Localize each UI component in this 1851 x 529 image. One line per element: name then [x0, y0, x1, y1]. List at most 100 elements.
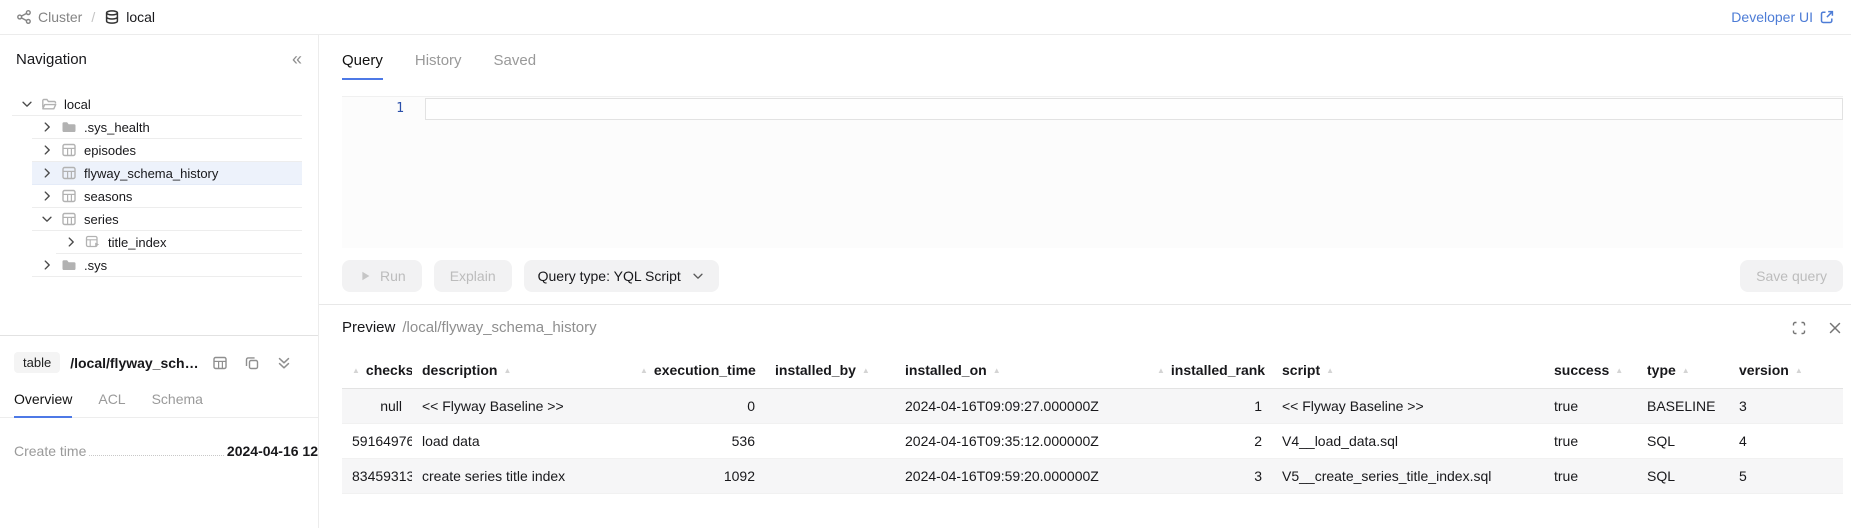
explain-button[interactable]: Explain — [434, 260, 512, 292]
object-path: /local/flyway_sch… — [70, 355, 198, 371]
object-info-header: table /local/flyway_sch… — [0, 336, 318, 373]
main-panel: Query History Saved 1 Run Explain Query … — [319, 35, 1851, 528]
tree-item-label: title_index — [108, 235, 167, 250]
table-row[interactable]: null << Flyway Baseline >> 0 2024-04-16T… — [342, 389, 1843, 424]
chevron-right-icon[interactable] — [40, 120, 54, 134]
cell-type: BASELINE — [1637, 389, 1729, 424]
breadcrumb: Cluster / local — [16, 9, 155, 25]
tab-acl[interactable]: ACL — [98, 391, 125, 417]
fullscreen-icon[interactable] — [1791, 320, 1807, 336]
cell-description: load data — [412, 424, 630, 459]
explain-label: Explain — [450, 268, 496, 284]
tree-item-title-index[interactable]: title_index — [56, 231, 302, 254]
table-row[interactable]: 591649768 load data 536 2024-04-16T09:35… — [342, 424, 1843, 459]
chevron-right-icon[interactable] — [64, 235, 78, 249]
tree-item-flyway-schema-history[interactable]: flyway_schema_history — [32, 162, 302, 185]
dotted-leader — [89, 445, 224, 456]
double-chevron-down-icon[interactable] — [276, 355, 292, 371]
column-header-success[interactable]: success▲ — [1544, 350, 1637, 389]
chevron-down-icon — [691, 269, 705, 283]
tree-item-series[interactable]: series — [32, 208, 302, 231]
cell-description: << Flyway Baseline >> — [412, 389, 630, 424]
tree-item-label: flyway_schema_history — [84, 166, 218, 181]
cell-script: V4__load_data.sql — [1272, 424, 1544, 459]
sort-asc-icon: ▲ — [1157, 366, 1165, 375]
copy-icon[interactable] — [244, 355, 260, 371]
cell-checksum: 591649768 — [342, 424, 412, 459]
navigation-title: Navigation — [16, 51, 87, 68]
breadcrumb-database[interactable]: local — [104, 9, 155, 25]
save-query-button[interactable]: Save query — [1740, 260, 1843, 292]
tree-item-sys-health[interactable]: .sys_health — [32, 116, 302, 139]
cell-success: true — [1544, 389, 1637, 424]
breadcrumb-separator: / — [91, 9, 95, 25]
cell-checksum: null — [342, 389, 412, 424]
chevron-right-icon[interactable] — [40, 143, 54, 157]
cell-installed-rank: 1 — [1147, 389, 1272, 424]
database-icon — [104, 9, 120, 25]
tab-saved[interactable]: Saved — [494, 52, 537, 80]
sort-asc-icon: ▲ — [640, 366, 648, 375]
chevron-right-icon[interactable] — [40, 189, 54, 203]
sort-asc-icon: ▲ — [1615, 366, 1623, 375]
cell-script: V5__create_series_title_index.sql — [1272, 459, 1544, 494]
column-header-installed-rank[interactable]: ▲installed_rank — [1147, 350, 1272, 389]
tab-schema[interactable]: Schema — [152, 391, 203, 417]
collapse-sidebar-icon[interactable]: « — [292, 50, 302, 68]
developer-ui-link[interactable]: Developer UI — [1731, 9, 1835, 25]
cell-success: true — [1544, 459, 1637, 494]
tab-history[interactable]: History — [415, 52, 462, 80]
sort-asc-icon: ▲ — [1795, 366, 1803, 375]
cell-type: SQL — [1637, 459, 1729, 494]
column-header-version[interactable]: version▲ — [1729, 350, 1843, 389]
query-actions: Run Explain Query type: YQL Script Save … — [342, 260, 1843, 292]
chevron-down-icon[interactable] — [40, 212, 54, 226]
tab-query[interactable]: Query — [342, 52, 383, 80]
column-header-installed-on[interactable]: installed_on▲ — [895, 350, 1147, 389]
preview-path: /local/flyway_schema_history — [402, 319, 596, 336]
object-info-actions — [212, 355, 292, 371]
tree-item-seasons[interactable]: seasons — [32, 185, 302, 208]
object-info-panel: table /local/flyway_sch… Overview ACL Sc… — [0, 335, 318, 528]
editor-current-line[interactable] — [425, 98, 1843, 120]
column-header-execution-time[interactable]: ▲execution_time — [630, 350, 765, 389]
cell-installed-on: 2024-04-16T09:59:20.000000Z — [895, 459, 1147, 494]
preview-header: Preview /local/flyway_schema_history — [342, 319, 1843, 336]
tree-item-label: series — [84, 212, 119, 227]
developer-ui-label: Developer UI — [1731, 9, 1813, 25]
column-header-type[interactable]: type▲ — [1637, 350, 1729, 389]
column-header-script[interactable]: script▲ — [1272, 350, 1544, 389]
column-header-installed-by[interactable]: installed_by▲ — [765, 350, 895, 389]
query-editor[interactable]: 1 — [342, 96, 1843, 248]
chevron-right-icon[interactable] — [40, 258, 54, 272]
object-info-tabs: Overview ACL Schema — [0, 391, 318, 418]
cell-installed-by — [765, 424, 895, 459]
cell-script: << Flyway Baseline >> — [1272, 389, 1544, 424]
run-button[interactable]: Run — [342, 260, 422, 292]
cell-execution-time: 536 — [630, 424, 765, 459]
preview-table: ▲checksum description▲ ▲execution_time i… — [342, 350, 1843, 494]
folder-icon — [61, 119, 77, 135]
column-header-checksum[interactable]: ▲checksum — [342, 350, 412, 389]
query-type-select[interactable]: Query type: YQL Script — [524, 260, 719, 292]
tree-item-local[interactable]: local — [12, 93, 302, 116]
editor-line-number: 1 — [342, 101, 404, 116]
tab-overview[interactable]: Overview — [14, 391, 72, 418]
close-icon[interactable] — [1827, 320, 1843, 336]
tree-item-episodes[interactable]: episodes — [32, 139, 302, 162]
column-header-description[interactable]: description▲ — [412, 350, 630, 389]
sort-asc-icon: ▲ — [862, 366, 870, 375]
preview-actions — [1791, 320, 1843, 336]
chevron-right-icon[interactable] — [40, 166, 54, 180]
breadcrumb-cluster[interactable]: Cluster — [16, 9, 82, 25]
open-preview-icon[interactable] — [212, 355, 228, 371]
play-icon — [358, 269, 372, 283]
external-link-icon — [1819, 9, 1835, 25]
folder-icon — [61, 257, 77, 273]
tree-item-sys[interactable]: .sys — [32, 254, 302, 277]
tree-item-label: seasons — [84, 189, 132, 204]
table-row[interactable]: 834593133 create series title index 1092… — [342, 459, 1843, 494]
create-time-value: 2024-04-16 12 — [227, 443, 318, 459]
chevron-down-icon[interactable] — [20, 97, 34, 111]
cell-checksum: 834593133 — [342, 459, 412, 494]
